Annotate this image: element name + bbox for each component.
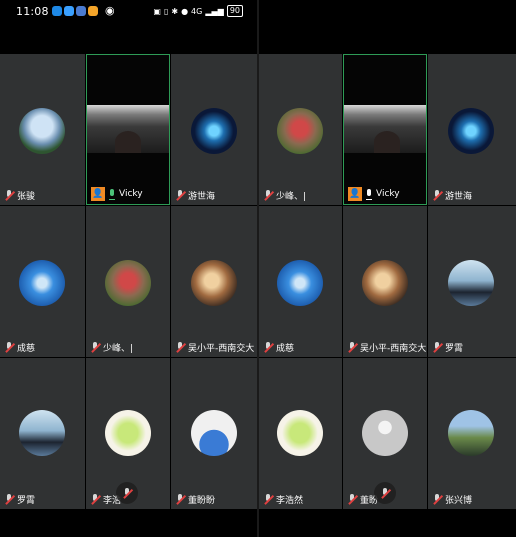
app-icon — [76, 6, 86, 16]
participant-name: 吴小平-西南交大 — [188, 344, 255, 354]
mic-muted-icon — [432, 190, 442, 201]
network-label: 4G — [191, 6, 203, 16]
nfc-icon: ▣ — [153, 6, 161, 16]
mic-muted-icon — [263, 190, 273, 201]
participant-tile[interactable]: 成慈 — [259, 206, 342, 357]
participant-tile[interactable]: 董盼盼 — [171, 358, 257, 509]
mic-muted-icon — [175, 342, 185, 353]
avatar — [191, 108, 237, 154]
person-silhouette — [115, 131, 141, 153]
participant-name: Vicky — [119, 189, 143, 199]
notification-icons — [52, 6, 98, 16]
host-icon: 👤 — [91, 187, 105, 201]
participant-tile[interactable]: 少峰、| — [86, 206, 170, 357]
mic-muted-icon — [175, 190, 185, 201]
mic-muted-icon — [4, 494, 14, 505]
participant-name: 少峰、| — [103, 344, 134, 354]
avatar — [191, 260, 237, 306]
mic-icon: ● — [181, 6, 189, 16]
app-icon — [52, 6, 62, 16]
mic-muted-icon — [175, 494, 185, 505]
participant-tile[interactable]: 吴小平-西南交大 — [343, 206, 427, 357]
participant-name: 罗霄 — [17, 496, 36, 506]
host-icon: 👤 — [348, 187, 362, 201]
floating-mic-button[interactable] — [116, 482, 138, 504]
system-status: ▣ ▯ ✱ ● 4G ▂▄▆ 90 — [153, 5, 243, 17]
participant-name: 张兴博 — [445, 496, 473, 506]
participant-name: 游世海 — [445, 192, 473, 202]
eye-icon: ◉ — [105, 4, 115, 17]
avatar — [105, 260, 151, 306]
clock: 11:08 — [16, 5, 49, 18]
participant-tile[interactable]: 成慈 — [0, 206, 85, 357]
participant-tile[interactable]: 张骏 — [0, 54, 85, 205]
mic-muted-icon — [4, 342, 14, 353]
participant-name: 成慈 — [276, 344, 295, 354]
mic-muted-icon — [90, 494, 100, 505]
mic-muted-icon — [263, 342, 273, 353]
avatar — [448, 260, 494, 306]
mic-muted-icon — [432, 494, 442, 505]
avatar — [362, 260, 408, 306]
right-screen: 少峰、| 👤 Vicky 游世海 成慈 吴小平-西南交大 罗霄 李浩然 董盼 张兴… — [259, 0, 516, 537]
participant-tile[interactable]: 董盼 — [343, 358, 427, 509]
avatar — [277, 108, 323, 154]
video-feed — [87, 105, 169, 153]
participant-tile[interactable]: 张兴博 — [428, 358, 516, 509]
app-icon — [64, 6, 74, 16]
participant-tile[interactable]: 游世海 — [428, 54, 516, 205]
avatar — [277, 260, 323, 306]
mic-muted-icon — [122, 487, 132, 499]
participant-name: 少峰、| — [276, 192, 307, 202]
avatar — [19, 108, 65, 154]
bluetooth-icon: ✱ — [171, 6, 179, 16]
avatar — [448, 410, 494, 456]
participant-tile[interactable]: 李浩然 — [259, 358, 342, 509]
participant-tile-speaking[interactable]: 👤 Vicky — [86, 54, 170, 205]
vibrate-icon: ▯ — [163, 6, 169, 16]
participant-name: 董盼盼 — [188, 496, 216, 506]
participant-tile[interactable]: 罗霄 — [428, 206, 516, 357]
participant-tile[interactable]: 李浩 — [86, 358, 170, 509]
avatar — [448, 108, 494, 154]
signal-icon: ▂▄▆ — [205, 6, 224, 16]
mic-on-icon — [365, 188, 373, 200]
avatar — [191, 410, 237, 456]
app-icon — [88, 6, 98, 16]
avatar — [19, 260, 65, 306]
participant-tile[interactable]: 少峰、| — [259, 54, 342, 205]
participant-name: Vicky — [376, 189, 400, 199]
avatar — [105, 410, 151, 456]
participant-name: 罗霄 — [445, 344, 464, 354]
person-silhouette — [374, 131, 400, 153]
video-feed — [344, 105, 426, 153]
participant-name: 李浩然 — [276, 496, 304, 506]
mic-muted-icon — [432, 342, 442, 353]
mic-muted-icon — [380, 487, 390, 499]
avatar — [19, 410, 65, 456]
participant-tile[interactable]: 吴小平-西南交大 — [171, 206, 257, 357]
participant-name: 游世海 — [188, 192, 216, 202]
participant-tile-speaking[interactable]: 👤 Vicky — [343, 54, 427, 205]
mic-on-icon — [108, 188, 116, 200]
mic-muted-icon — [263, 494, 273, 505]
left-screen: 11:08 ◉ ▣ ▯ ✱ ● 4G ▂▄▆ 90 张骏 👤 Vicky 游世海 — [0, 0, 257, 537]
floating-mic-button[interactable] — [374, 482, 396, 504]
avatar-default — [362, 410, 408, 456]
participant-tile[interactable]: 罗霄 — [0, 358, 85, 509]
mic-muted-icon — [4, 190, 14, 201]
mic-muted-icon — [347, 342, 357, 353]
participant-name: 成慈 — [17, 344, 36, 354]
status-bar: 11:08 ◉ ▣ ▯ ✱ ● 4G ▂▄▆ 90 — [0, 0, 257, 24]
mic-muted-icon — [347, 494, 357, 505]
participant-name: 吴小平-西南交大 — [360, 344, 427, 354]
mic-muted-icon — [90, 342, 100, 353]
participant-tile[interactable]: 游世海 — [171, 54, 257, 205]
battery: 90 — [226, 5, 243, 17]
participant-name: 张骏 — [17, 192, 36, 202]
avatar — [277, 410, 323, 456]
